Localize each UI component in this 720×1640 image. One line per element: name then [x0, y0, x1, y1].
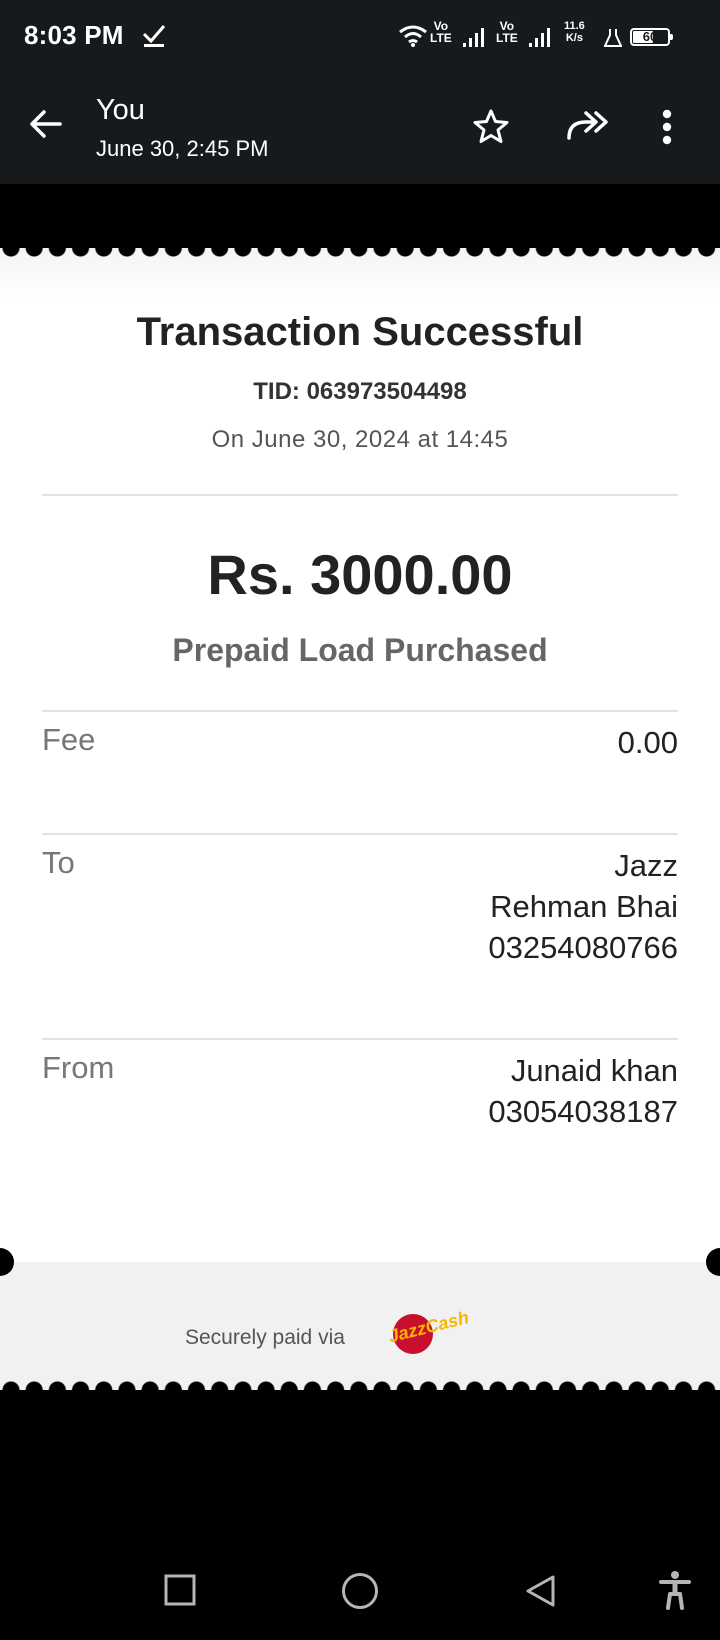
signal-2-icon [528, 26, 554, 53]
accessibility-icon [659, 1571, 691, 1610]
fee-label: Fee [42, 722, 96, 757]
sender-account-number: 03054038187 [488, 1094, 678, 1129]
navigation-bar [0, 1540, 720, 1640]
battery-icon: 60 [630, 28, 673, 46]
more-options-button[interactable] [662, 108, 672, 151]
status-time: 8:03 PM [24, 20, 124, 50]
battery-percent: 60 [642, 29, 658, 44]
back-button[interactable] [26, 104, 72, 150]
recipient-network: Jazz [614, 848, 678, 883]
sender-account-name: Junaid khan [510, 1053, 678, 1088]
arrow-back-icon [30, 110, 62, 138]
divider [42, 1038, 678, 1040]
star-icon [473, 109, 509, 143]
volte-indicator-2: Vo LTE [496, 19, 518, 45]
message-date: June 30, 2:45 PM [96, 136, 269, 161]
status-icons: Vo LTE Vo LTE 11.6 K/s 60 [398, 20, 698, 54]
divider [42, 710, 678, 712]
sender-name: You [96, 94, 145, 126]
from-label: From [42, 1050, 115, 1085]
recipient-number: 03254080766 [488, 930, 678, 965]
jazzcash-logo: JazzCash [386, 1300, 490, 1365]
recipient-name: Rehman Bhai [490, 889, 678, 924]
to-label: To [42, 845, 75, 880]
receipt-footer: Securely paid via JazzCash [0, 1262, 720, 1390]
square-icon [164, 1574, 196, 1606]
recents-button[interactable] [164, 1574, 196, 1611]
back-nav-button[interactable] [524, 1574, 556, 1613]
forward-button[interactable] [566, 110, 610, 147]
fee-value: 0.00 [617, 725, 678, 760]
app-bar: You June 30, 2:45 PM [0, 74, 720, 184]
accessibility-button[interactable] [658, 1570, 692, 1615]
network-speed: 11.6 K/s [564, 20, 585, 44]
divider [42, 833, 678, 835]
footer-text: Securely paid via [185, 1326, 345, 1349]
receipt-top-edge [0, 237, 720, 259]
lab-flask-icon [603, 28, 623, 53]
status-bar: 8:03 PM Vo LTE Vo LTE 11.6 K/s 60 [0, 0, 720, 74]
more-vert-icon [662, 109, 672, 145]
circle-icon [342, 1573, 378, 1609]
transaction-id: TID: 063973504498 [253, 378, 467, 405]
transaction-amount: Rs. 3000.00 [207, 543, 513, 606]
sender-details: Junaid khan 03054038187 [488, 1050, 678, 1132]
divider [42, 494, 678, 496]
volte-indicator-1: Vo LTE [430, 19, 452, 45]
transaction-status-title: Transaction Successful [136, 310, 584, 354]
transaction-description: Prepaid Load Purchased [172, 632, 548, 668]
triangle-back-icon [526, 1575, 555, 1607]
receipt-bottom-edge [0, 1379, 720, 1401]
wifi-icon [398, 24, 428, 53]
recipient-details: Jazz Rehman Bhai 03254080766 [488, 845, 678, 968]
receipt-image[interactable]: Transaction Successful TID: 063973504498… [0, 237, 720, 1401]
home-button[interactable] [341, 1572, 379, 1615]
transaction-datetime: On June 30, 2024 at 14:45 [211, 426, 509, 453]
signal-1-icon [462, 26, 488, 53]
download-done-icon [142, 22, 166, 53]
star-button[interactable] [472, 108, 510, 151]
forward-icon [567, 111, 608, 140]
